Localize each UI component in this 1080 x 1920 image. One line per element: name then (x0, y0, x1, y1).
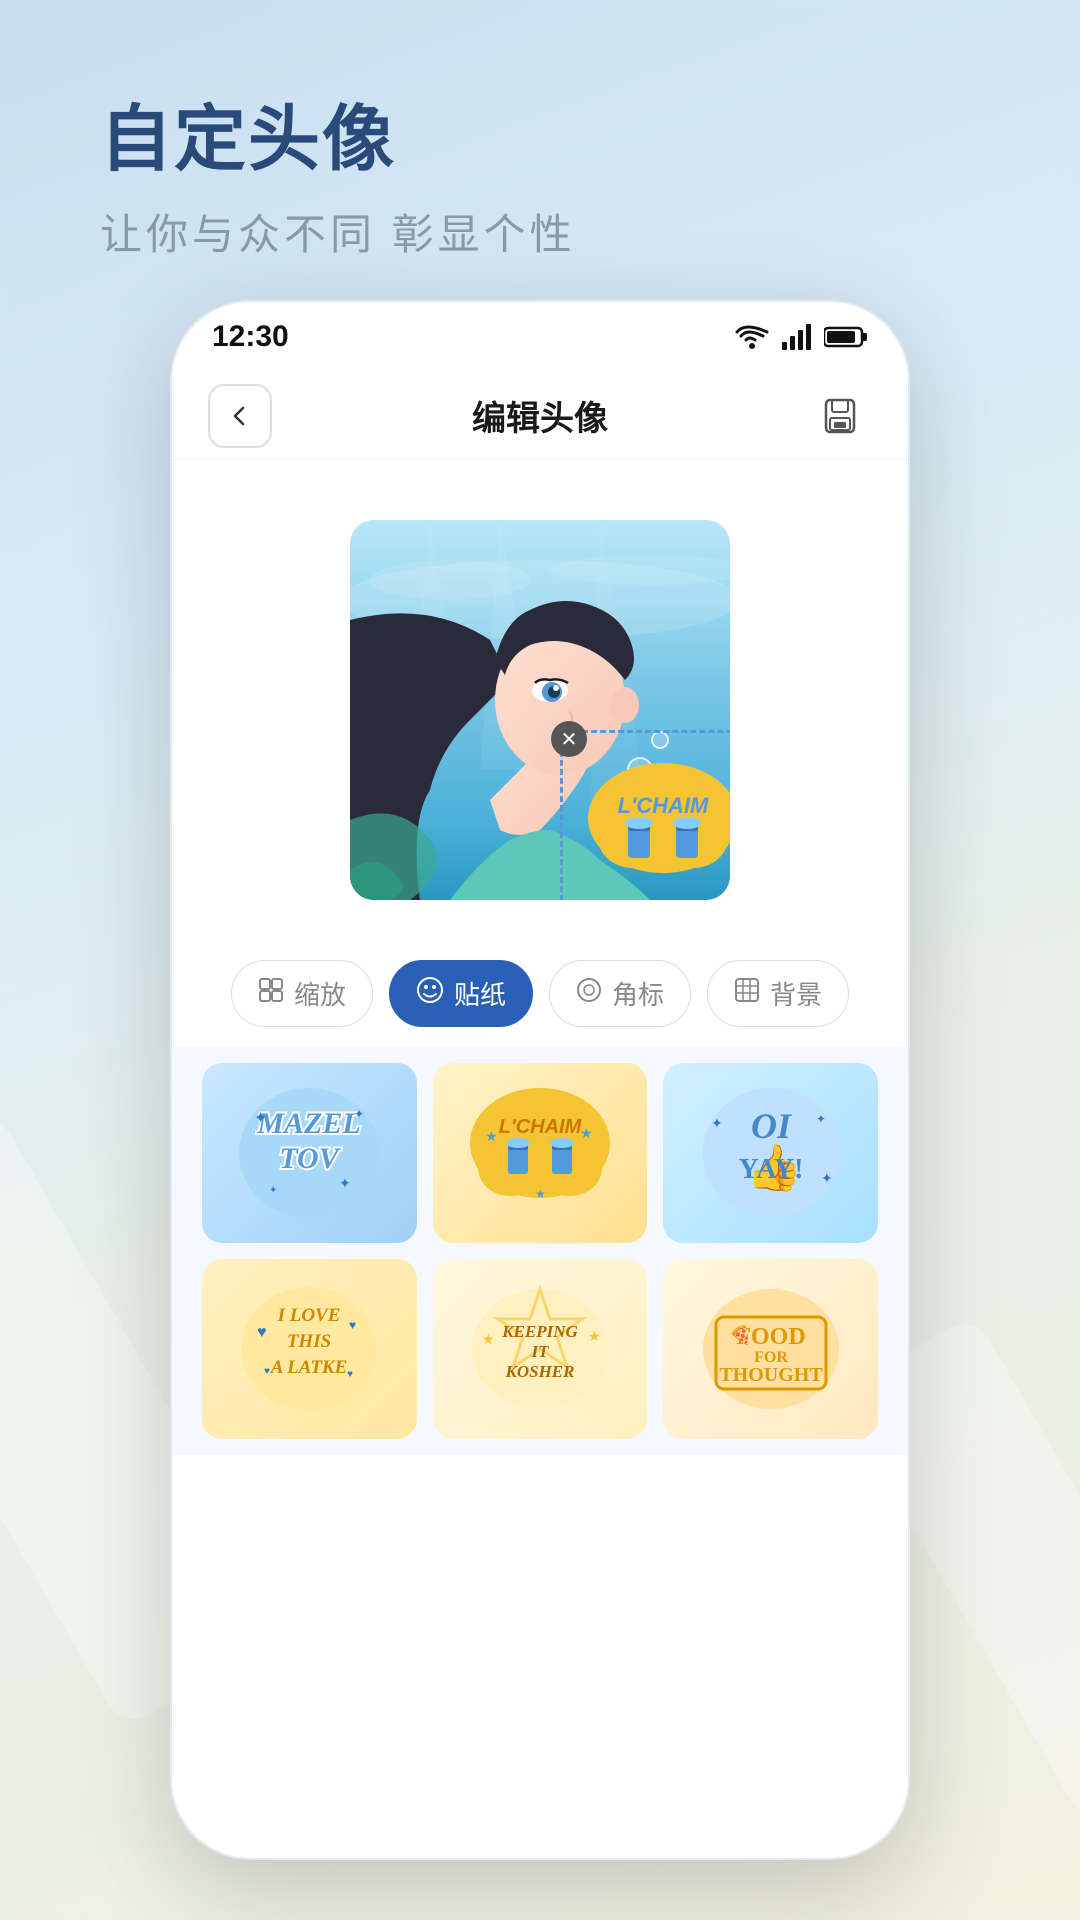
food-sticker-svg: FOOD FOR THOUGHT 🍕 (691, 1269, 851, 1429)
svg-text:✦: ✦ (711, 1115, 723, 1131)
sticker-item-lchaim[interactable]: L'CHAIM ★ ★ ★ (433, 1063, 648, 1243)
tab-sticker-label: 贴纸 (454, 975, 506, 1012)
svg-text:A LATKE: A LATKE (270, 1357, 348, 1378)
svg-text:OI: OI (751, 1106, 793, 1146)
tab-bg[interactable]: 背景 (707, 960, 849, 1027)
back-button[interactable] (208, 384, 272, 448)
avatar-image: ✕ L'CHAIM (350, 520, 730, 900)
tab-badge-label: 角标 (612, 975, 664, 1012)
tab-badge[interactable]: 角标 (549, 960, 691, 1027)
tab-zoom-label: 缩放 (294, 975, 346, 1012)
save-icon (820, 396, 860, 436)
save-button[interactable] (808, 384, 872, 448)
svg-text:🍕: 🍕 (729, 1324, 751, 1345)
zoom-svg-icon (258, 977, 284, 1003)
sticker-svg-icon (416, 976, 444, 1004)
page-title: 自定头像 (100, 80, 1000, 185)
svg-text:✦: ✦ (354, 1107, 364, 1121)
avatar-container[interactable]: ✕ L'CHAIM (350, 520, 730, 900)
oi-sticker-svg: OI 👍 YAY! ✦ ✦ ✦ (691, 1073, 851, 1233)
svg-text:♥: ♥ (264, 1366, 270, 1377)
sticker-item-oi[interactable]: OI 👍 YAY! ✦ ✦ ✦ (663, 1063, 878, 1243)
avatar-preview-area: ✕ L'CHAIM (172, 500, 908, 930)
tab-zoom[interactable]: 缩放 (231, 960, 373, 1027)
svg-text:★: ★ (708, 802, 724, 822)
bg-icon (734, 977, 760, 1010)
status-time: 12:30 (212, 320, 289, 354)
svg-text:KEEPING: KEEPING (501, 1322, 578, 1341)
bg-svg-icon (734, 977, 760, 1003)
svg-text:MAZEL: MAZEL (257, 1107, 361, 1140)
svg-text:★: ★ (535, 1187, 546, 1201)
svg-text:♥: ♥ (257, 1324, 267, 1341)
sticker-selection-box: ✕ L'CHAIM (560, 730, 730, 900)
zoom-icon (258, 977, 284, 1010)
page-header: 自定头像 让你与众不同 彰显个性 (0, 0, 1080, 302)
svg-text:★: ★ (580, 1125, 593, 1141)
svg-text:IT: IT (530, 1342, 549, 1361)
signal-icon (782, 324, 812, 350)
svg-text:✦: ✦ (821, 1170, 833, 1186)
sticker-item-food[interactable]: FOOD FOR THOUGHT 🍕 (663, 1259, 878, 1439)
sticker-item-kosher[interactable]: KEEPING IT KOSHER ★ ★ (433, 1259, 648, 1439)
sticker-item-latke[interactable]: I LOVE THIS A LATKE ♥ ♥ ♥ ♥ (202, 1259, 417, 1439)
main-content: ✕ L'CHAIM (172, 460, 908, 1455)
svg-text:✦: ✦ (339, 1175, 351, 1191)
svg-text:THOUGHT: THOUGHT (719, 1364, 823, 1386)
tab-bg-label: 背景 (770, 975, 822, 1012)
svg-text:✦: ✦ (269, 1185, 277, 1196)
svg-text:★: ★ (485, 1128, 498, 1144)
toolbar-tabs: 缩放 贴纸 (172, 930, 908, 1047)
tab-sticker[interactable]: 贴纸 (389, 960, 533, 1027)
phone-mockup: 12:30 (170, 300, 910, 1860)
mazel-sticker-svg: MAZEL TOV ✦ ✦ ✦ ✦ (229, 1073, 389, 1233)
back-chevron-icon (228, 404, 252, 428)
kosher-sticker-svg: KEEPING IT KOSHER ★ ★ (460, 1269, 620, 1429)
sticker-icon (416, 976, 444, 1011)
page-subtitle: 让你与众不同 彰显个性 (100, 201, 1000, 262)
battery-icon (824, 325, 868, 349)
svg-text:THIS: THIS (287, 1331, 331, 1352)
status-icons (734, 324, 868, 350)
svg-text:KOSHER: KOSHER (504, 1362, 574, 1381)
svg-text:★: ★ (588, 1328, 601, 1344)
svg-text:✦: ✦ (254, 1110, 267, 1127)
nav-bar: 编辑头像 (172, 372, 908, 460)
svg-text:★: ★ (482, 1331, 495, 1347)
wifi-icon (734, 324, 770, 350)
svg-text:L'CHAIM: L'CHAIM (499, 1116, 583, 1138)
svg-text:I LOVE: I LOVE (277, 1305, 341, 1326)
sticker-item-mazel[interactable]: MAZEL TOV ✦ ✦ ✦ ✦ (202, 1063, 417, 1243)
sticker-grid: MAZEL TOV ✦ ✦ ✦ ✦ L'CHAIM (172, 1047, 908, 1455)
svg-text:♥: ♥ (349, 1318, 356, 1332)
lchaim-sticker-svg: L'CHAIM ★ ★ ★ (460, 1073, 620, 1233)
selected-sticker: L'CHAIM ★ ★ ★ (573, 743, 730, 900)
nav-title: 编辑头像 (472, 391, 608, 440)
badge-svg-icon (576, 977, 602, 1003)
status-bar: 12:30 (172, 302, 908, 372)
svg-text:★: ★ (603, 802, 619, 822)
svg-text:YAY!: YAY! (738, 1154, 803, 1185)
svg-text:L'CHAIM: L'CHAIM (618, 793, 709, 818)
svg-text:✦: ✦ (816, 1112, 826, 1126)
svg-text:♥: ♥ (347, 1369, 353, 1380)
sticker-remove-button[interactable]: ✕ (551, 721, 587, 757)
badge-icon (576, 977, 602, 1010)
svg-text:★: ★ (658, 860, 671, 876)
latke-sticker-svg: I LOVE THIS A LATKE ♥ ♥ ♥ ♥ (229, 1269, 389, 1429)
svg-text:TOV: TOV (280, 1142, 342, 1175)
